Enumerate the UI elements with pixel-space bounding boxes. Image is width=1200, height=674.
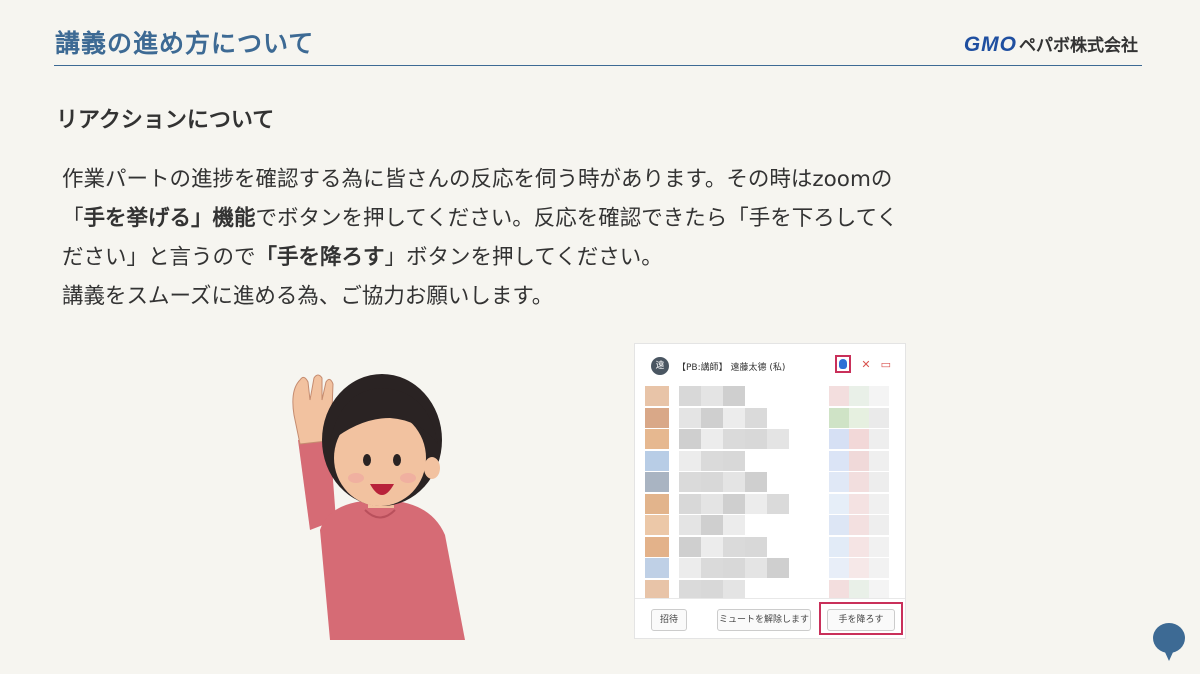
chat-bubble-icon[interactable] — [1152, 622, 1186, 662]
participant-row — [645, 429, 895, 449]
section-heading: リアクションについて — [56, 108, 275, 133]
logo-gmo: GMO — [963, 33, 1017, 56]
participant-row — [645, 558, 895, 578]
participant-row — [645, 386, 895, 406]
body-line-1: 作業パートの進捗を確認する為に皆さんの反応を伺う時があります。その時はzoomの — [62, 167, 893, 192]
body-line-4: 講義をスムーズに進める為、ご協力お願いします。 — [62, 284, 554, 309]
lower-hand-button[interactable]: 手を降ろす — [827, 609, 895, 631]
invite-button[interactable]: 招待 — [651, 609, 687, 631]
participant-row — [645, 493, 895, 514]
logo-company-name: ペパボ株式会社 — [1019, 36, 1138, 56]
body-text: 作業パートの進捗を確認する為に皆さんの反応を伺う時があります。その時はzoomの… — [62, 160, 1142, 316]
mic-off-icon[interactable]: ✕ — [861, 358, 870, 371]
raised-hand-icon[interactable] — [835, 355, 852, 373]
hand-raising-illustration — [270, 360, 490, 640]
avatar: 遠 — [651, 357, 669, 375]
participant-name: 【PB:講師】 遠藤太德 (私) — [677, 363, 786, 373]
body-line-2: 「手を挙げる」機能でボタンを押してください。反応を確認できたら「手を下ろしてく — [62, 206, 898, 231]
self-participant-row: 遠 【PB:講師】 遠藤太德 (私) ✕ ▭ — [635, 344, 905, 384]
participant-row — [645, 407, 895, 428]
raise-hand-feature-text: 手を挙げる」機能 — [83, 206, 256, 231]
participant-row — [645, 450, 895, 471]
participant-row — [645, 536, 895, 557]
title-divider — [54, 65, 1142, 66]
participant-row — [645, 515, 895, 535]
participant-status-icons: ✕ ▭ — [835, 355, 891, 373]
participants-panel-screenshot: 遠 【PB:講師】 遠藤太德 (私) ✕ ▭ 招待 ミュートを解除します 手を降… — [634, 343, 906, 639]
participant-row — [645, 472, 895, 492]
participant-row — [645, 579, 895, 600]
lower-hand-button-text: 「手を降ろす — [255, 245, 385, 270]
slide-title: 講義の進め方について — [55, 29, 315, 58]
unmute-all-button[interactable]: ミュートを解除します — [717, 609, 811, 631]
body-line-3: ださい」と言うので「手を降ろす」ボタンを押してください。 — [62, 245, 663, 270]
video-off-icon[interactable]: ▭ — [881, 358, 891, 371]
person-raising-hand-icon — [292, 374, 465, 640]
company-logo: GMO ペパボ株式会社 — [964, 31, 1138, 57]
panel-footer: 招待 ミュートを解除します 手を降ろす — [635, 598, 905, 638]
